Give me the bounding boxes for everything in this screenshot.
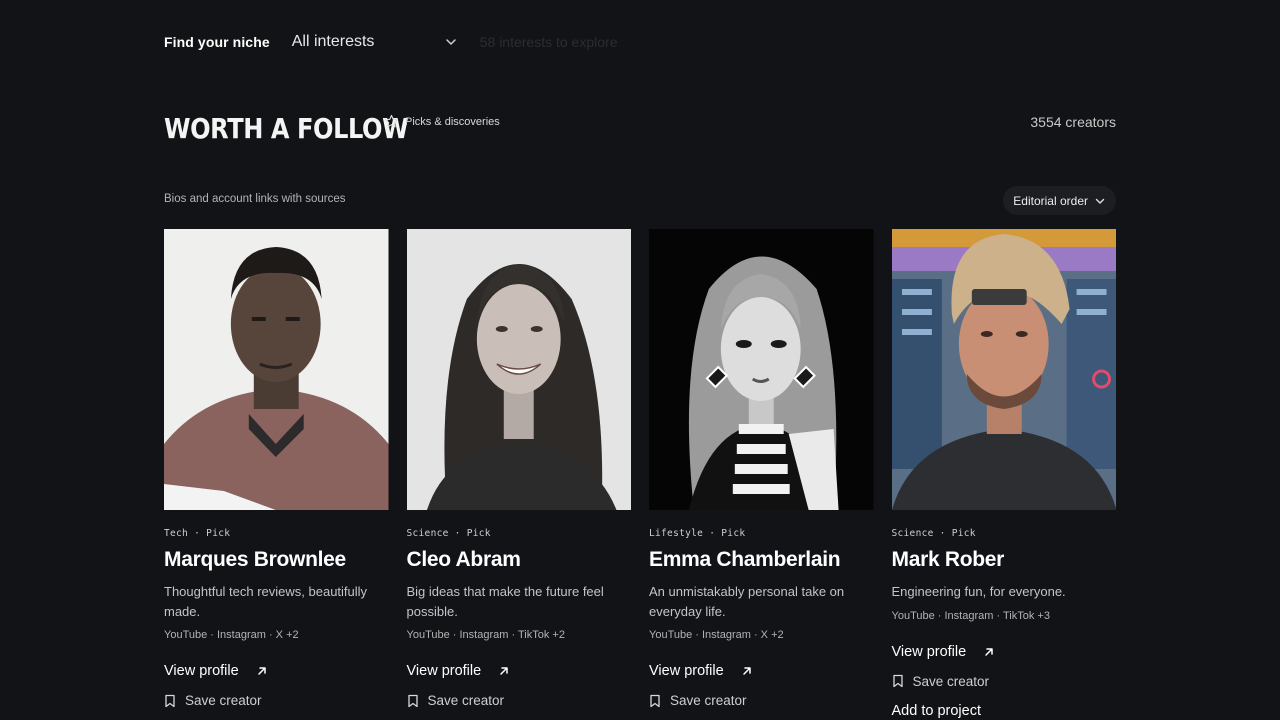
star-icon bbox=[385, 114, 398, 128]
view-profile-link[interactable]: View profile bbox=[649, 663, 874, 679]
creator-platforms: YouTube · Instagram · X +2 bbox=[164, 629, 299, 641]
section-tag-label: Picks & discoveries bbox=[405, 115, 500, 128]
bookmark-icon bbox=[650, 694, 660, 707]
meta-separator: · bbox=[194, 528, 201, 539]
creator-description: An unmistakably personal take on everyda… bbox=[649, 584, 845, 619]
filter-label: Find your niche bbox=[164, 34, 270, 50]
creator-photo[interactable] bbox=[891, 229, 1116, 510]
niche-filter-bar: Find your niche All interests 58 interes… bbox=[164, 31, 617, 53]
category-label: Science bbox=[891, 528, 934, 539]
add-to-project-button[interactable]: Add to project bbox=[892, 703, 1117, 719]
arrow-up-right-icon bbox=[257, 667, 266, 675]
save-creator-button[interactable]: Save creator bbox=[892, 674, 1117, 689]
creator-platforms: YouTube · Instagram · X +2 bbox=[649, 629, 784, 641]
bookmark-icon bbox=[892, 674, 903, 688]
portrait-image bbox=[164, 229, 389, 510]
pick-badge: Pick bbox=[466, 528, 491, 539]
arrow-up-right-icon bbox=[985, 647, 993, 656]
sort-dropdown[interactable]: Editorial order bbox=[1003, 186, 1116, 215]
section-title: WORTH A FOLLOW bbox=[164, 112, 409, 145]
creator-platforms: YouTube · Instagram · TikTok +2 bbox=[406, 629, 565, 641]
save-creator-button[interactable]: Save creator bbox=[164, 693, 389, 708]
section-subhead: Bios and account links with sources bbox=[164, 193, 346, 205]
meta-separator: · bbox=[709, 528, 716, 539]
card-meta: Science · Pick bbox=[407, 528, 632, 539]
creator-name: Marques Brownlee bbox=[164, 548, 346, 571]
save-creator-button[interactable]: Save creator bbox=[649, 693, 874, 708]
view-profile-link[interactable]: View profile bbox=[407, 663, 632, 679]
creator-platforms: YouTube · Instagram · TikTok +3 bbox=[891, 609, 1050, 622]
card-meta: Tech · Pick bbox=[164, 528, 389, 539]
card-meta: Lifestyle · Pick bbox=[649, 528, 874, 539]
bookmark-icon bbox=[165, 694, 175, 707]
save-creator-label: Save creator bbox=[185, 693, 262, 708]
sort-label: Editorial order bbox=[1013, 193, 1088, 208]
creator-photo[interactable] bbox=[164, 229, 389, 510]
category-label: Tech bbox=[164, 528, 189, 539]
pick-badge: Pick bbox=[721, 528, 746, 539]
creator-count: 3554 creators bbox=[1030, 114, 1116, 130]
meta-separator: · bbox=[939, 528, 946, 539]
portrait-image bbox=[891, 229, 1116, 510]
creator-card: Science · Pick Mark Rober Engineering fu… bbox=[891, 229, 1117, 719]
creator-grid: Tech · Pick Marques Brownlee Thoughtful … bbox=[164, 229, 1116, 719]
chevron-down-icon bbox=[1095, 198, 1105, 204]
creator-name: Cleo Abram bbox=[406, 548, 521, 571]
meta-separator: · bbox=[454, 528, 461, 539]
view-profile-link[interactable]: View profile bbox=[892, 644, 1117, 660]
portrait-image bbox=[406, 229, 631, 510]
pick-badge: Pick bbox=[951, 528, 976, 539]
view-profile-label: View profile bbox=[649, 663, 724, 679]
pick-badge: Pick bbox=[206, 528, 231, 539]
save-creator-label: Save creator bbox=[912, 673, 990, 689]
creator-description: Big ideas that make the future feel poss… bbox=[406, 584, 604, 619]
save-creator-label: Save creator bbox=[670, 693, 747, 708]
view-profile-link[interactable]: View profile bbox=[164, 663, 389, 679]
category-label: Lifestyle bbox=[649, 528, 704, 539]
creator-description: Engineering fun, for everyone. bbox=[891, 584, 1066, 599]
interest-select-value: All interests bbox=[291, 33, 375, 50]
chevron-down-icon bbox=[445, 39, 456, 45]
arrow-up-right-icon bbox=[742, 667, 751, 675]
creator-description: Thoughtful tech reviews, beautifully mad… bbox=[164, 584, 368, 619]
card-meta: Science · Pick bbox=[892, 528, 1117, 539]
creator-card: Tech · Pick Marques Brownlee Thoughtful … bbox=[164, 229, 389, 719]
save-creator-label: Save creator bbox=[427, 693, 505, 708]
interest-select[interactable]: All interests bbox=[292, 33, 458, 51]
page-content: Find your niche All interests 58 interes… bbox=[164, 0, 1116, 720]
view-profile-label: View profile bbox=[164, 663, 239, 679]
creator-name: Emma Chamberlain bbox=[649, 548, 841, 571]
arrow-up-right-icon bbox=[500, 667, 508, 675]
save-creator-button[interactable]: Save creator bbox=[407, 693, 632, 708]
creator-name: Mark Rober bbox=[891, 548, 1005, 571]
creator-photo[interactable] bbox=[406, 229, 631, 510]
bookmark-icon bbox=[407, 694, 418, 707]
portrait-image bbox=[649, 229, 874, 510]
interest-count-hint: 58 interests to explore bbox=[479, 34, 618, 50]
creator-card: Science · Pick Cleo Abram Big ideas that… bbox=[406, 229, 632, 719]
view-profile-label: View profile bbox=[891, 643, 967, 660]
creator-card: Lifestyle · Pick Emma Chamberlain An unm… bbox=[649, 229, 874, 719]
creator-photo[interactable] bbox=[649, 229, 874, 510]
category-label: Science bbox=[406, 528, 449, 539]
section-tag: Picks & discoveries bbox=[384, 114, 500, 129]
view-profile-label: View profile bbox=[406, 663, 482, 679]
